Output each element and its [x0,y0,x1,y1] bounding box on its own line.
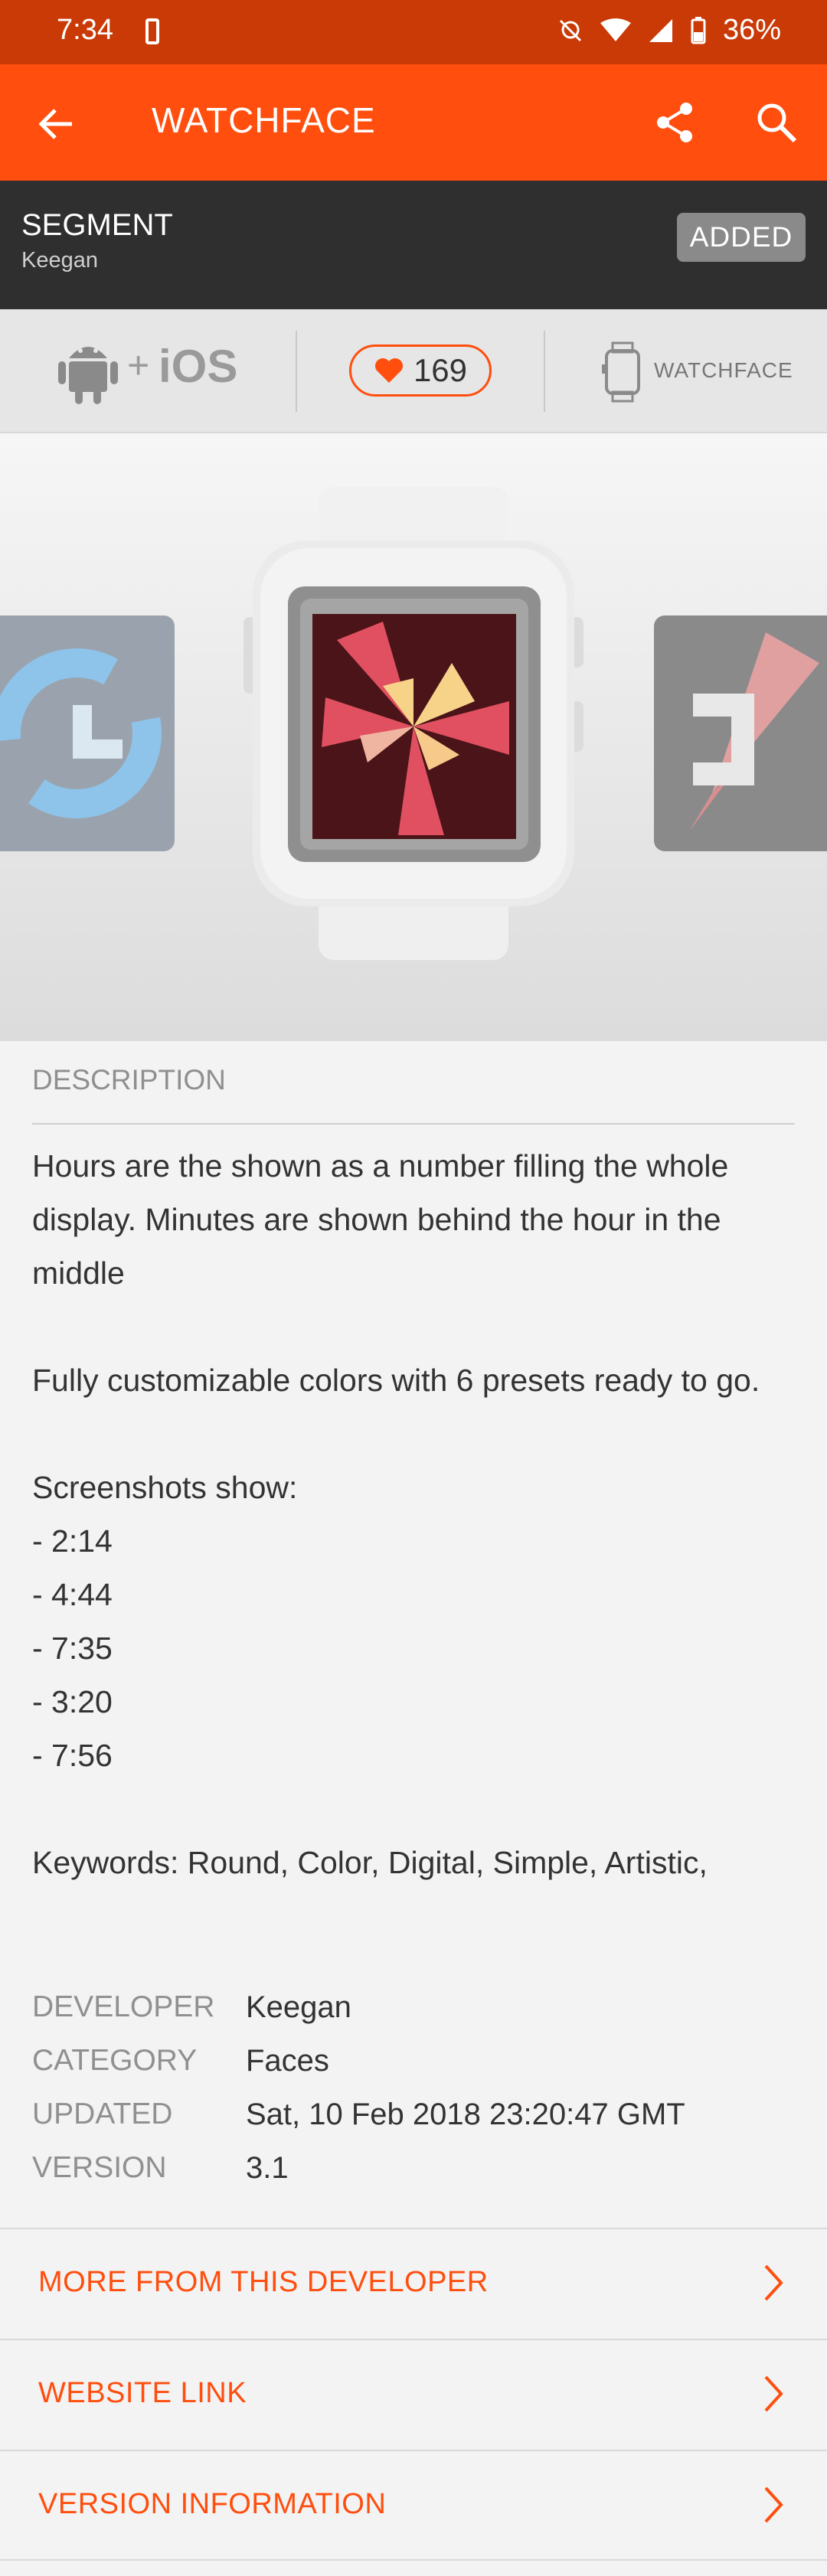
updated-value: Sat, 10 Feb 2018 23:20:47 GMT [246,2098,685,2131]
gallery-art [0,487,827,960]
link-list: MORE FROM THIS DEVELOPER WEBSITE LINK VE… [0,2228,827,2561]
category-row: CATEGORY Faces [32,2044,685,2098]
added-button[interactable]: ADDED [677,213,806,262]
platform-bar: + iOS 169 WATCHFACE [0,309,827,433]
link-label: MORE FROM THIS DEVELOPER [38,2266,489,2298]
more-from-developer-link[interactable]: MORE FROM THIS DEVELOPER [0,2228,827,2339]
developer-value: Keegan [246,1990,351,2024]
search-icon[interactable] [753,100,799,145]
status-bar: 7:34 36% [0,0,827,64]
version-label: VERSION [32,2151,167,2184]
screenshot-left[interactable] [0,615,175,851]
chevron-right-icon [764,2486,783,2523]
chevron-right-icon [764,2375,783,2412]
description-heading: DESCRIPTION [32,1064,226,1095]
like-count: 169 [413,352,468,388]
developer-label: DEVELOPER [32,1990,215,2023]
ios-label: iOS [159,341,238,392]
divider [296,331,297,412]
battery-icon [691,16,706,44]
version-value: 3.1 [246,2151,289,2185]
chevron-right-icon [764,2264,783,2301]
link-label: VERSION INFORMATION [38,2488,387,2520]
watch-icon [602,341,640,403]
version-row: VERSION 3.1 [32,2151,685,2205]
page-title: WATCHFACE [152,100,376,140]
app-details: DEVELOPER Keegan CATEGORY Faces UPDATED Sat… [32,1990,685,2205]
share-icon[interactable] [652,100,698,145]
link-label: WEBSITE LINK [38,2377,247,2409]
like-button[interactable]: 169 [349,344,492,397]
updated-label: UPDATED [32,2098,173,2130]
category-value: Faces [246,2044,329,2078]
divider [32,1123,795,1125]
app-name: SEGMENT [21,208,173,242]
description-text: Hours are the shown as a number filling … [32,1148,760,1880]
watch-preview [244,487,583,960]
website-link[interactable]: WEBSITE LINK [0,2339,827,2450]
type-label: WATCHFACE [654,358,793,382]
back-arrow-icon[interactable] [35,103,78,145]
app-author: Keegan [21,248,98,273]
status-icons: 36% [557,14,781,47]
wifi-icon [600,18,631,41]
battery-percent: 36% [722,14,781,46]
heart-icon [374,358,403,383]
updated-row: UPDATED Sat, 10 Feb 2018 23:20:47 GMT [32,2098,685,2151]
screenshot-right[interactable] [654,615,827,851]
alarm-off-icon [559,19,581,41]
screenshot-gallery[interactable] [0,433,827,1041]
developer-row: DEVELOPER Keegan [32,1990,685,2044]
divider [544,331,545,412]
android-icon [58,347,118,404]
status-time: 7:34 [57,14,113,46]
plus-sign: + [127,344,150,387]
category-label: CATEGORY [32,2044,198,2077]
vibrate-icon [145,18,159,44]
app-info-bar: SEGMENT Keegan ADDED [0,181,827,309]
app-bar: WATCHFACE [0,64,827,181]
signal-icon [649,18,672,42]
version-information-link[interactable]: VERSION INFORMATION [0,2450,827,2561]
